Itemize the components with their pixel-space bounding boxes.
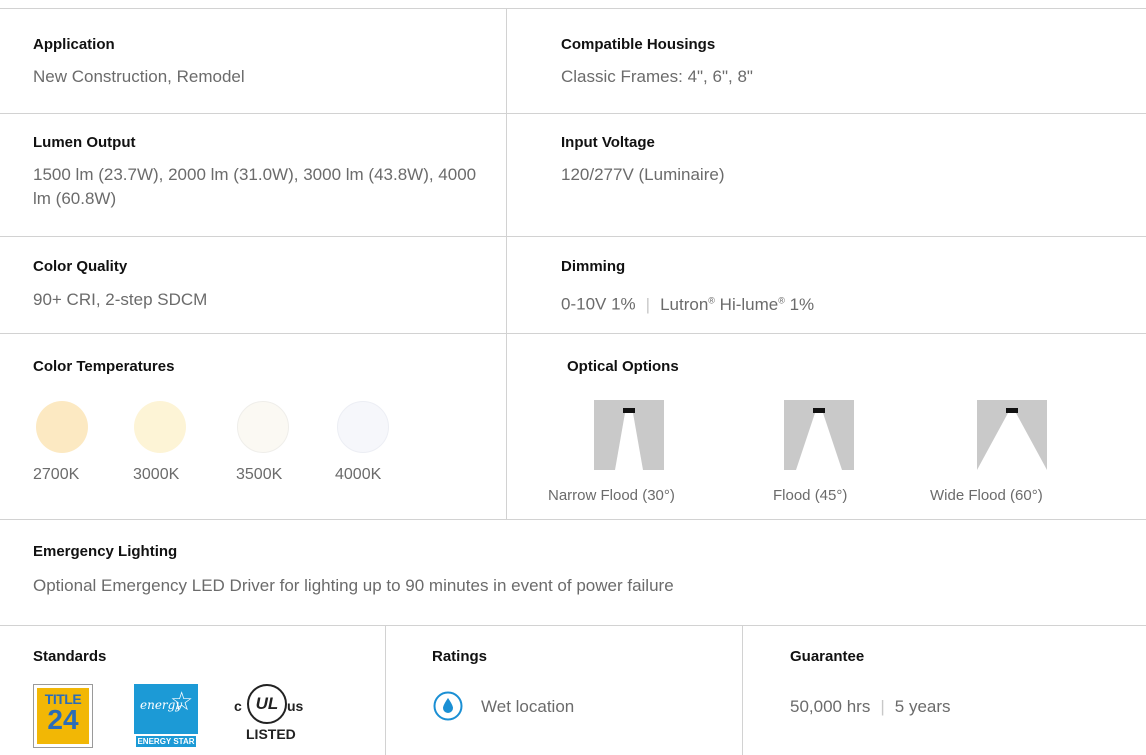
housings-value: Classic Frames: 4", 6", 8" [561, 67, 753, 86]
standards-label: Standards [33, 648, 107, 665]
divider [0, 625, 1146, 626]
divider [0, 333, 1146, 334]
ratings-label: Ratings [432, 648, 488, 665]
wide-flood-beam-icon [977, 400, 1047, 470]
swatch-label-4000k: 4000K [335, 466, 382, 483]
voltage-value: 120/277V (Luminaire) [561, 165, 725, 184]
optical-options-label: Optical Options [567, 358, 679, 375]
separator: | [645, 294, 651, 314]
guarantee-label: Guarantee [790, 648, 865, 665]
divider [0, 519, 1146, 520]
column-divider [506, 8, 507, 520]
separator: | [880, 697, 885, 716]
dimming-value: 0-10V 1% | Lutron® Hi-lume® 1% [561, 288, 814, 317]
title24-logo: TITLE 24 [33, 684, 93, 748]
water-drop-icon [433, 691, 463, 721]
narrow-flood-beam-icon [594, 400, 664, 470]
column-divider [742, 625, 743, 755]
color-quality-value: 90+ CRI, 2-step SDCM [33, 290, 208, 309]
star-icon: ☆ [170, 686, 194, 716]
dimming-option-0-10v: 0-10V 1% [561, 294, 636, 314]
divider [0, 236, 1146, 237]
application-value: New Construction, Remodel [33, 67, 245, 86]
guarantee-hours: 50,000 hrs [790, 697, 871, 716]
swatch-3500k [237, 401, 289, 453]
flood-beam-icon [784, 400, 854, 470]
swatch-4000k [337, 401, 389, 453]
optic-label-wide-flood: Wide Flood (60°) [930, 487, 1043, 504]
application-label: Application [33, 36, 115, 53]
housings-label: Compatible Housings [561, 36, 716, 53]
column-divider [385, 625, 386, 755]
lumen-value: 1500 lm (23.7W), 2000 lm (31.0W), 3000 l… [33, 165, 477, 208]
dimming-label: Dimming [561, 258, 626, 275]
swatch-label-3500k: 3500K [236, 466, 283, 483]
color-temperatures-label: Color Temperatures [33, 358, 175, 375]
swatch-2700k [36, 401, 88, 453]
ul-listed-logo: c UL us LISTED [232, 682, 322, 748]
emergency-value: Optional Emergency LED Driver for lighti… [33, 576, 674, 595]
emergency-label: Emergency Lighting [33, 543, 178, 560]
color-quality-label: Color Quality [33, 258, 128, 275]
voltage-label: Input Voltage [561, 134, 655, 151]
ratings-value: Wet location [481, 697, 575, 716]
guarantee-value: 50,000 hrs | 5 years [790, 695, 951, 719]
swatch-label-2700k: 2700K [33, 466, 80, 483]
divider [0, 113, 1146, 114]
swatch-label-3000k: 3000K [133, 466, 180, 483]
lumen-label: Lumen Output [33, 134, 136, 151]
energy-star-logo: energy ☆ ENERGY STAR [134, 684, 198, 748]
optic-label-narrow-flood: Narrow Flood (30°) [548, 487, 675, 504]
dimming-option-lutron: Lutron® Hi-lume® 1% [660, 294, 815, 314]
guarantee-years: 5 years [894, 697, 951, 716]
optic-label-flood: Flood (45°) [773, 487, 848, 504]
divider [0, 8, 1146, 9]
swatch-3000k [134, 401, 186, 453]
